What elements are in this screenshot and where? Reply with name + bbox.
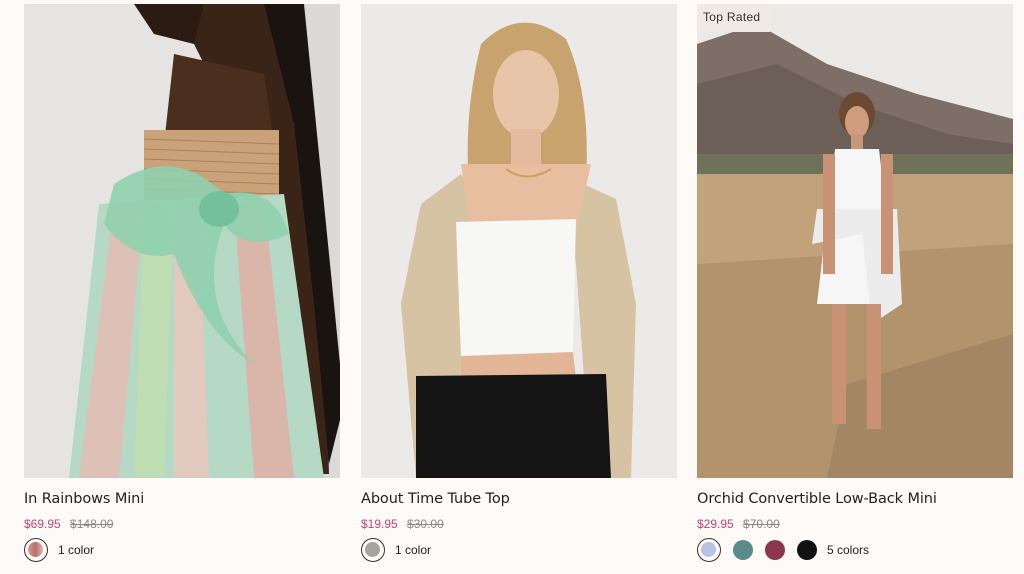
product-photo-desert-dress (697, 4, 1013, 478)
product-title[interactable]: In Rainbows Mini (24, 491, 340, 507)
product-photo-rainbow-dress (24, 4, 340, 478)
original-price: $30.00 (407, 517, 444, 531)
product-card[interactable]: About Time Tube Top $19.95 $30.00 1 colo… (361, 4, 677, 562)
product-price: $19.95 $30.00 (361, 517, 677, 531)
sale-price: $19.95 (361, 517, 398, 531)
color-count: 1 color (395, 543, 432, 557)
original-price: $148.00 (70, 517, 114, 531)
color-swatch[interactable] (765, 540, 785, 560)
color-count: 5 colors (827, 543, 870, 557)
original-price: $70.00 (743, 517, 780, 531)
color-swatches: 5 colors (697, 538, 1013, 562)
color-swatch[interactable] (797, 540, 817, 560)
product-card[interactable]: Top Rated Orchid Convertible Low-Back Mi… (697, 4, 1013, 562)
color-swatch[interactable] (24, 538, 48, 562)
color-swatch[interactable] (733, 540, 753, 560)
product-photo-tube-top (361, 4, 677, 478)
product-card[interactable]: In Rainbows Mini $69.95 $148.00 1 color (24, 4, 340, 562)
color-count: 1 color (58, 543, 95, 557)
product-title[interactable]: About Time Tube Top (361, 491, 677, 507)
color-swatches: 1 color (24, 538, 340, 562)
sale-price: $69.95 (24, 517, 61, 531)
color-swatches: 1 color (361, 538, 677, 562)
product-image[interactable] (24, 4, 340, 478)
color-swatch[interactable] (361, 538, 385, 562)
sale-price: $29.95 (697, 517, 734, 531)
product-price: $29.95 $70.00 (697, 517, 1013, 531)
product-price: $69.95 $148.00 (24, 517, 340, 531)
product-grid: In Rainbows Mini $69.95 $148.00 1 color (0, 0, 1024, 574)
product-title[interactable]: Orchid Convertible Low-Back Mini (697, 491, 1013, 507)
top-rated-badge: Top Rated (697, 4, 771, 32)
product-image[interactable]: Top Rated (697, 4, 1013, 478)
product-image[interactable] (361, 4, 677, 478)
color-swatch[interactable] (697, 538, 721, 562)
